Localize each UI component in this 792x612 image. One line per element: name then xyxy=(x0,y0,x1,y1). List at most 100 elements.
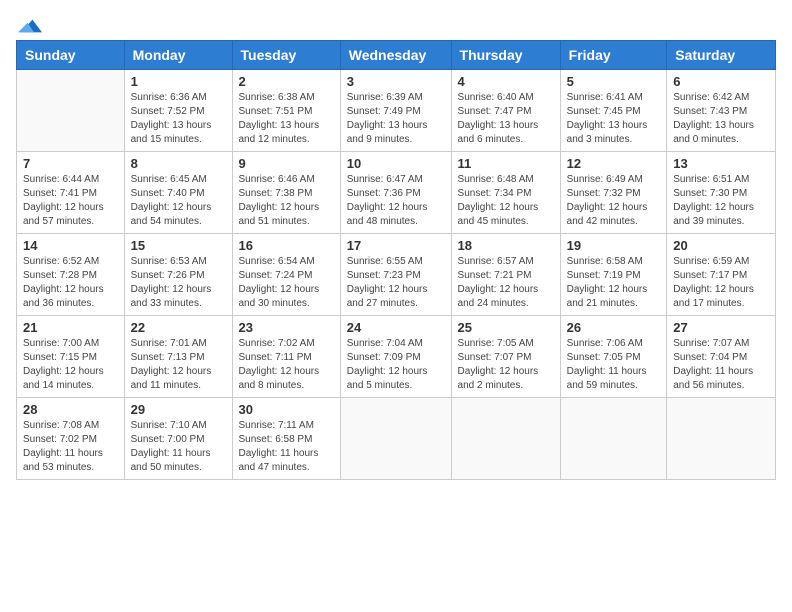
calendar-cell: 29 Sunrise: 7:10 AM Sunset: 7:00 PM Dayli… xyxy=(124,398,232,480)
day-info: Sunrise: 6:58 AM Sunset: 7:19 PM Dayligh… xyxy=(567,255,661,311)
calendar-cell: 20Sunrise: 6:59 AM Sunset: 7:17 PM Dayli… xyxy=(667,234,776,316)
day-number: 12 xyxy=(567,156,661,171)
calendar-cell: 13Sunrise: 6:51 AM Sunset: 7:30 PM Dayli… xyxy=(667,152,776,234)
week-row-2: 7 Sunrise: 6:44 AM Sunset: 7:41 PM Daylig… xyxy=(17,152,776,234)
day-info: Sunrise: 6:42 AM Sunset: 7:43 PM Dayligh… xyxy=(673,91,769,147)
week-row-5: 28Sunrise: 7:08 AM Sunset: 7:02 PM Dayli… xyxy=(17,398,776,480)
week-row-4: 21 Sunrise: 7:00 AM Sunset: 7:15 PM Dayli… xyxy=(17,316,776,398)
day-info: Sunrise: 6:44 AM Sunset: 7:41 PM Dayligh… xyxy=(23,173,118,229)
day-number: 2 xyxy=(239,74,334,89)
calendar-cell xyxy=(667,398,776,480)
logo xyxy=(16,16,42,32)
day-number: 15 xyxy=(131,238,226,253)
day-number: 9 xyxy=(239,156,334,171)
day-info: Sunrise: 6:40 AM Sunset: 7:47 PM Dayligh… xyxy=(458,91,554,147)
calendar-cell: 16Sunrise: 6:54 AM Sunset: 7:24 PM Dayli… xyxy=(232,234,340,316)
day-info: Sunrise: 7:00 AM Sunset: 7:15 PM Dayligh… xyxy=(23,337,118,393)
calendar-cell: 15 Sunrise: 6:53 AM Sunset: 7:26 PM Dayli… xyxy=(124,234,232,316)
day-number: 3 xyxy=(347,74,445,89)
day-number: 26 xyxy=(567,320,661,335)
day-info: Sunrise: 6:49 AM Sunset: 7:32 PM Dayligh… xyxy=(567,173,661,229)
day-number: 17 xyxy=(347,238,445,253)
day-info: Sunrise: 6:41 AM Sunset: 7:45 PM Dayligh… xyxy=(567,91,661,147)
calendar-cell xyxy=(340,398,451,480)
calendar-cell: 24 Sunrise: 7:04 AM Sunset: 7:09 PM Dayli… xyxy=(340,316,451,398)
day-number: 19 xyxy=(567,238,661,253)
day-info: Sunrise: 6:54 AM Sunset: 7:24 PM Dayligh… xyxy=(239,255,334,311)
calendar-cell: 14Sunrise: 6:52 AM Sunset: 7:28 PM Dayli… xyxy=(17,234,125,316)
calendar-cell: 21 Sunrise: 7:00 AM Sunset: 7:15 PM Dayli… xyxy=(17,316,125,398)
day-info: Sunrise: 7:01 AM Sunset: 7:13 PM Dayligh… xyxy=(131,337,226,393)
day-info: Sunrise: 7:07 AM Sunset: 7:04 PM Dayligh… xyxy=(673,337,769,393)
day-number: 10 xyxy=(347,156,445,171)
calendar-table: SundayMondayTuesdayWednesdayThursdayFrid… xyxy=(16,40,776,480)
calendar-cell: 23 Sunrise: 7:02 AM Sunset: 7:11 PM Dayli… xyxy=(232,316,340,398)
day-info: Sunrise: 6:38 AM Sunset: 7:51 PM Dayligh… xyxy=(239,91,334,147)
day-header-wednesday: Wednesday xyxy=(340,41,451,70)
day-header-thursday: Thursday xyxy=(451,41,560,70)
calendar-cell xyxy=(451,398,560,480)
calendar-cell: 10 Sunrise: 6:47 AM Sunset: 7:36 PM Dayli… xyxy=(340,152,451,234)
day-info: Sunrise: 7:02 AM Sunset: 7:11 PM Dayligh… xyxy=(239,337,334,393)
page-header xyxy=(16,16,776,32)
calendar-cell xyxy=(560,398,667,480)
day-number: 7 xyxy=(23,156,118,171)
calendar-cell: 27 Sunrise: 7:07 AM Sunset: 7:04 PM Dayli… xyxy=(667,316,776,398)
calendar-cell: 17 Sunrise: 6:55 AM Sunset: 7:23 PM Dayli… xyxy=(340,234,451,316)
calendar-cell: 2 Sunrise: 6:38 AM Sunset: 7:51 PM Daylig… xyxy=(232,70,340,152)
day-info: Sunrise: 6:57 AM Sunset: 7:21 PM Dayligh… xyxy=(458,255,554,311)
day-info: Sunrise: 6:47 AM Sunset: 7:36 PM Dayligh… xyxy=(347,173,445,229)
calendar-cell: 5 Sunrise: 6:41 AM Sunset: 7:45 PM Daylig… xyxy=(560,70,667,152)
day-info: Sunrise: 7:05 AM Sunset: 7:07 PM Dayligh… xyxy=(458,337,554,393)
calendar-cell: 30Sunrise: 7:11 AM Sunset: 6:58 PM Dayli… xyxy=(232,398,340,480)
calendar-cell: 6 Sunrise: 6:42 AM Sunset: 7:43 PM Daylig… xyxy=(667,70,776,152)
day-info: Sunrise: 6:53 AM Sunset: 7:26 PM Dayligh… xyxy=(131,255,226,311)
day-number: 25 xyxy=(458,320,554,335)
calendar-cell: 4 Sunrise: 6:40 AM Sunset: 7:47 PM Daylig… xyxy=(451,70,560,152)
day-number: 24 xyxy=(347,320,445,335)
calendar-cell: 11Sunrise: 6:48 AM Sunset: 7:34 PM Dayli… xyxy=(451,152,560,234)
day-number: 23 xyxy=(239,320,334,335)
day-header-sunday: Sunday xyxy=(17,41,125,70)
day-number: 1 xyxy=(131,74,226,89)
calendar-cell: 25 Sunrise: 7:05 AM Sunset: 7:07 PM Dayli… xyxy=(451,316,560,398)
day-header-saturday: Saturday xyxy=(667,41,776,70)
day-number: 8 xyxy=(131,156,226,171)
day-info: Sunrise: 6:36 AM Sunset: 7:52 PM Dayligh… xyxy=(131,91,226,147)
day-info: Sunrise: 7:11 AM Sunset: 6:58 PM Dayligh… xyxy=(239,419,334,475)
day-number: 27 xyxy=(673,320,769,335)
day-info: Sunrise: 7:08 AM Sunset: 7:02 PM Dayligh… xyxy=(23,419,118,475)
calendar-cell: 18 Sunrise: 6:57 AM Sunset: 7:21 PM Dayli… xyxy=(451,234,560,316)
calendar-cell: 1 Sunrise: 6:36 AM Sunset: 7:52 PM Daylig… xyxy=(124,70,232,152)
day-number: 5 xyxy=(567,74,661,89)
calendar-cell: 8 Sunrise: 6:45 AM Sunset: 7:40 PM Daylig… xyxy=(124,152,232,234)
day-info: Sunrise: 6:46 AM Sunset: 7:38 PM Dayligh… xyxy=(239,173,334,229)
calendar-cell: 22Sunrise: 7:01 AM Sunset: 7:13 PM Dayli… xyxy=(124,316,232,398)
day-number: 18 xyxy=(458,238,554,253)
day-info: Sunrise: 6:59 AM Sunset: 7:17 PM Dayligh… xyxy=(673,255,769,311)
day-info: Sunrise: 6:45 AM Sunset: 7:40 PM Dayligh… xyxy=(131,173,226,229)
day-header-tuesday: Tuesday xyxy=(232,41,340,70)
logo-icon xyxy=(18,16,42,36)
calendar-cell: 26 Sunrise: 7:06 AM Sunset: 7:05 PM Dayli… xyxy=(560,316,667,398)
day-info: Sunrise: 7:04 AM Sunset: 7:09 PM Dayligh… xyxy=(347,337,445,393)
day-number: 29 xyxy=(131,402,226,417)
calendar-cell: 19 Sunrise: 6:58 AM Sunset: 7:19 PM Dayli… xyxy=(560,234,667,316)
day-number: 14 xyxy=(23,238,118,253)
header-row: SundayMondayTuesdayWednesdayThursdayFrid… xyxy=(17,41,776,70)
day-info: Sunrise: 6:39 AM Sunset: 7:49 PM Dayligh… xyxy=(347,91,445,147)
calendar-cell: 3 Sunrise: 6:39 AM Sunset: 7:49 PM Daylig… xyxy=(340,70,451,152)
day-info: Sunrise: 7:10 AM Sunset: 7:00 PM Dayligh… xyxy=(131,419,226,475)
day-number: 21 xyxy=(23,320,118,335)
day-header-friday: Friday xyxy=(560,41,667,70)
day-header-monday: Monday xyxy=(124,41,232,70)
day-number: 6 xyxy=(673,74,769,89)
day-info: Sunrise: 7:06 AM Sunset: 7:05 PM Dayligh… xyxy=(567,337,661,393)
day-number: 4 xyxy=(458,74,554,89)
week-row-1: 1 Sunrise: 6:36 AM Sunset: 7:52 PM Daylig… xyxy=(17,70,776,152)
calendar-cell: 7 Sunrise: 6:44 AM Sunset: 7:41 PM Daylig… xyxy=(17,152,125,234)
day-info: Sunrise: 6:51 AM Sunset: 7:30 PM Dayligh… xyxy=(673,173,769,229)
day-info: Sunrise: 6:48 AM Sunset: 7:34 PM Dayligh… xyxy=(458,173,554,229)
day-info: Sunrise: 6:55 AM Sunset: 7:23 PM Dayligh… xyxy=(347,255,445,311)
calendar-cell: 12 Sunrise: 6:49 AM Sunset: 7:32 PM Dayli… xyxy=(560,152,667,234)
